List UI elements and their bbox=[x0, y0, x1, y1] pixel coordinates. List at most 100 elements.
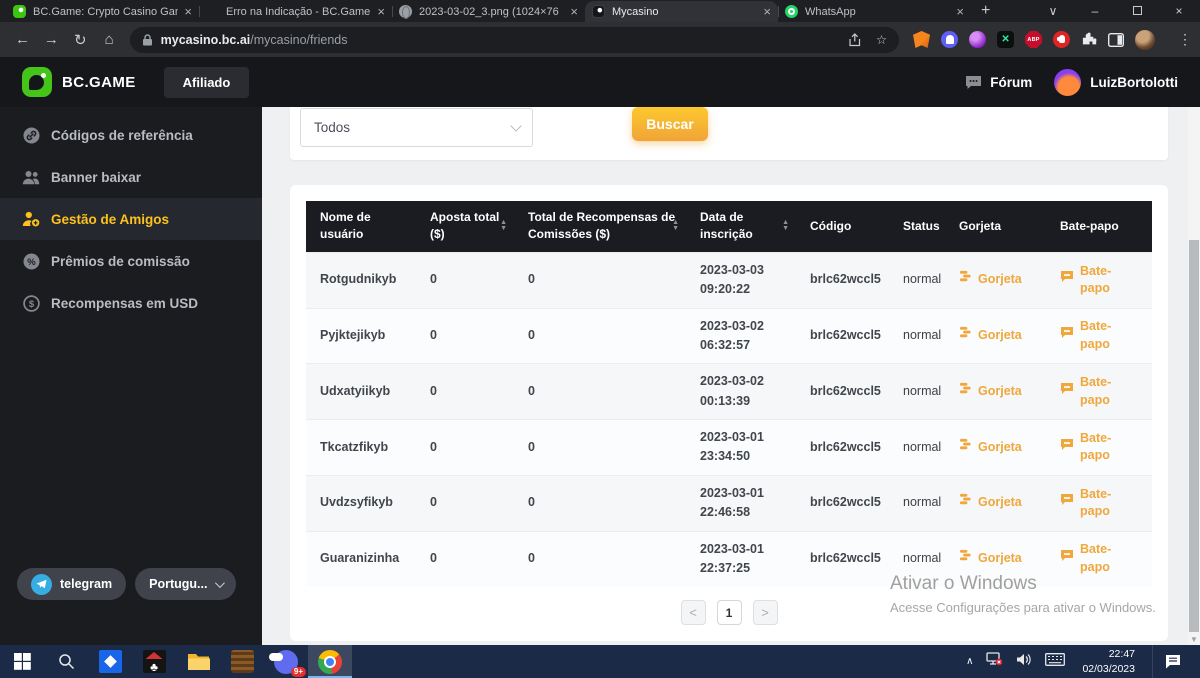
browser-menu-icon[interactable]: ⋮ bbox=[1178, 31, 1192, 48]
reload-icon[interactable]: ↻ bbox=[66, 25, 95, 54]
discord-icon[interactable]: 9+ bbox=[264, 645, 308, 678]
purple-swirl-extension-icon[interactable] bbox=[969, 31, 986, 48]
bcgame-logo-icon[interactable] bbox=[22, 67, 52, 97]
browser-tab[interactable]: 2023-03-02_3.png (1024×76× bbox=[392, 1, 585, 22]
home-icon[interactable]: ⌂ bbox=[95, 25, 124, 54]
start-button[interactable] bbox=[0, 645, 44, 678]
share-icon[interactable] bbox=[848, 33, 862, 47]
chat-link-label: Bate-papo bbox=[1080, 374, 1124, 409]
tab-close-icon[interactable]: × bbox=[570, 5, 578, 18]
scrollbar-down-arrow[interactable]: ▼ bbox=[1190, 635, 1198, 644]
column-header[interactable]: Total de Recompensas de Comissões ($)▲▼ bbox=[514, 201, 686, 252]
touch-keyboard-icon[interactable] bbox=[1045, 653, 1065, 671]
chat-link[interactable]: Bate-papo bbox=[1060, 541, 1144, 576]
column-header[interactable]: Data de inscrição▲▼ bbox=[686, 201, 796, 252]
tip-link[interactable]: Gorjeta bbox=[959, 493, 1038, 512]
language-selector[interactable]: Portugu... bbox=[135, 568, 236, 600]
extensions-puzzle-icon[interactable] bbox=[1081, 32, 1097, 48]
chrome-taskbar-icon[interactable] bbox=[308, 645, 352, 678]
action-center-icon[interactable] bbox=[1152, 645, 1192, 678]
telegram-label: telegram bbox=[60, 577, 112, 591]
filter-select[interactable]: Todos bbox=[300, 108, 533, 147]
chat-link[interactable]: Bate-papo bbox=[1060, 430, 1144, 465]
user-plus-icon bbox=[22, 211, 40, 228]
tip-link[interactable]: Gorjeta bbox=[959, 382, 1038, 401]
current-page-button[interactable]: 1 bbox=[717, 600, 742, 625]
brand-title[interactable]: BC.GAME bbox=[62, 74, 136, 91]
table-header-row: Nome de usuárioAposta total ($)▲▼Total d… bbox=[306, 201, 1152, 252]
tip-link[interactable]: Gorjeta bbox=[959, 438, 1038, 457]
minimize-button[interactable]: – bbox=[1074, 4, 1116, 18]
affiliate-tab[interactable]: Afiliado bbox=[164, 67, 250, 98]
chat-link[interactable]: Bate-papo bbox=[1060, 374, 1144, 409]
back-icon[interactable]: ← bbox=[8, 25, 37, 54]
tab-close-icon[interactable]: × bbox=[763, 5, 771, 18]
browser-profile-avatar[interactable] bbox=[1135, 30, 1155, 50]
sidebar-item-percent[interactable]: %Prêmios de comissão bbox=[0, 240, 262, 282]
scrollbar-thumb[interactable] bbox=[1189, 240, 1199, 632]
forum-link[interactable]: Fórum bbox=[990, 75, 1032, 90]
address-bar[interactable]: mycasino.bc.ai /mycasino/friends ☆ bbox=[130, 27, 899, 53]
signup-time: 23:34:50 bbox=[700, 447, 788, 466]
new-tab-button[interactable]: + bbox=[981, 3, 990, 19]
taskbar-poker-app-icon[interactable] bbox=[132, 645, 176, 678]
tab-close-icon[interactable]: × bbox=[184, 5, 192, 18]
site-header: BC.GAME Afiliado Fórum LuizBortolotti bbox=[0, 57, 1200, 107]
taskbar-app-blue-icon[interactable] bbox=[88, 645, 132, 678]
x-extension-icon[interactable] bbox=[997, 31, 1014, 48]
ghost-wallet-icon[interactable] bbox=[941, 31, 958, 48]
tab-title: WhatsApp bbox=[805, 6, 950, 18]
forum-chat-icon[interactable] bbox=[965, 75, 982, 90]
prev-page-button[interactable]: < bbox=[681, 600, 706, 625]
chat-link[interactable]: Bate-papo bbox=[1060, 263, 1144, 298]
browser-tab[interactable]: Mycasino× bbox=[585, 1, 778, 22]
chat-link[interactable]: Bate-papo bbox=[1060, 318, 1144, 353]
next-page-button[interactable]: > bbox=[753, 600, 778, 625]
page-scrollbar[interactable]: ▼ bbox=[1188, 107, 1200, 645]
volume-icon[interactable] bbox=[1016, 653, 1032, 671]
sidebar-item-users[interactable]: Banner baixar bbox=[0, 156, 262, 198]
taskbar-search-icon[interactable] bbox=[44, 645, 88, 678]
window-controls: ∨ – × bbox=[1032, 0, 1200, 22]
sort-arrows-icon[interactable]: ▲▼ bbox=[500, 220, 507, 232]
cell-code: brlc62wccl5 bbox=[796, 308, 889, 364]
browser-tab[interactable]: WhatsApp × bbox=[778, 1, 971, 22]
maximize-button[interactable] bbox=[1116, 4, 1158, 18]
tip-link[interactable]: Gorjeta bbox=[959, 549, 1038, 568]
bookmark-star-icon[interactable]: ☆ bbox=[876, 32, 887, 47]
file-explorer-icon[interactable] bbox=[176, 645, 220, 678]
network-disconnected-icon[interactable] bbox=[986, 652, 1003, 671]
username-label[interactable]: LuizBortolotti bbox=[1090, 75, 1178, 90]
sidebar-item-link[interactable]: Códigos de referência bbox=[0, 114, 262, 156]
telegram-button[interactable]: telegram bbox=[17, 568, 126, 600]
tab-close-icon[interactable]: × bbox=[956, 5, 964, 18]
tab-close-icon[interactable]: × bbox=[377, 5, 385, 18]
browser-tab[interactable]: Erro na Indicação - BC.Game× bbox=[199, 1, 392, 22]
adblock-plus-icon[interactable] bbox=[1025, 31, 1042, 48]
filter-select-value: Todos bbox=[314, 120, 350, 135]
taskbar-wood-app-icon[interactable] bbox=[220, 645, 264, 678]
close-button[interactable]: × bbox=[1158, 4, 1200, 18]
tray-chevron-up-icon[interactable]: ∧ bbox=[966, 656, 973, 667]
blocker-hand-icon[interactable] bbox=[1053, 31, 1070, 48]
dollar-icon: $ bbox=[22, 295, 40, 312]
user-avatar[interactable] bbox=[1054, 69, 1081, 96]
column-header[interactable]: Aposta total ($)▲▼ bbox=[416, 201, 514, 252]
chat-link[interactable]: Bate-papo bbox=[1060, 486, 1144, 521]
cell-bet-total: 0 bbox=[416, 252, 514, 308]
sidebar-item-dollar[interactable]: $Recompensas em USD bbox=[0, 282, 262, 324]
search-button[interactable]: Buscar bbox=[632, 107, 708, 141]
taskbar-clock[interactable]: 22:47 02/03/2023 bbox=[1082, 647, 1135, 675]
forward-icon[interactable]: → bbox=[37, 25, 66, 54]
tip-link[interactable]: Gorjeta bbox=[959, 270, 1038, 289]
sidebar-item-user-plus[interactable]: Gestão de Amigos bbox=[0, 198, 262, 240]
side-panel-icon[interactable] bbox=[1108, 33, 1124, 47]
browser-tab[interactable]: BC.Game: Crypto Casino Gam× bbox=[6, 1, 199, 22]
sort-arrows-icon[interactable]: ▲▼ bbox=[672, 220, 679, 232]
signup-time: 22:37:25 bbox=[700, 559, 788, 578]
tab-search-chevron-icon[interactable]: ∨ bbox=[1032, 4, 1074, 18]
metamask-fox-icon[interactable] bbox=[913, 31, 930, 48]
sort-arrows-icon[interactable]: ▲▼ bbox=[782, 220, 789, 232]
coins-icon bbox=[959, 438, 972, 457]
tip-link[interactable]: Gorjeta bbox=[959, 326, 1038, 345]
